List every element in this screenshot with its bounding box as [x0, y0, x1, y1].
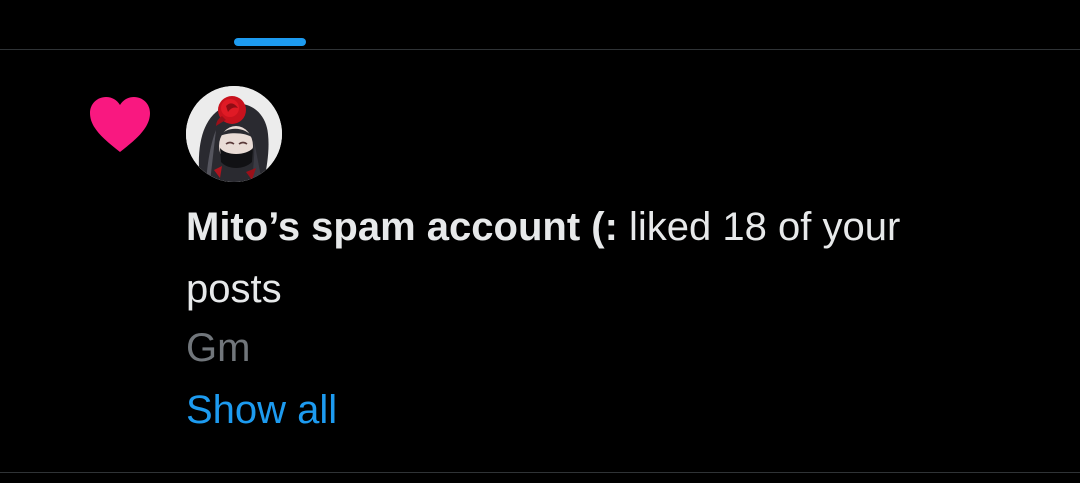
show-all-link[interactable]: Show all	[186, 382, 337, 438]
actor-name[interactable]: Mito’s spam account (:	[186, 205, 618, 249]
notification-divider	[0, 472, 1080, 473]
notification-message: Mito’s spam account (: liked 18 of your …	[186, 196, 1006, 320]
avatar[interactable]	[186, 86, 282, 182]
heart-icon	[88, 96, 152, 154]
like-notification[interactable]: Mito’s spam account (: liked 18 of your …	[0, 0, 1080, 432]
post-snippet: Gm	[186, 326, 251, 370]
